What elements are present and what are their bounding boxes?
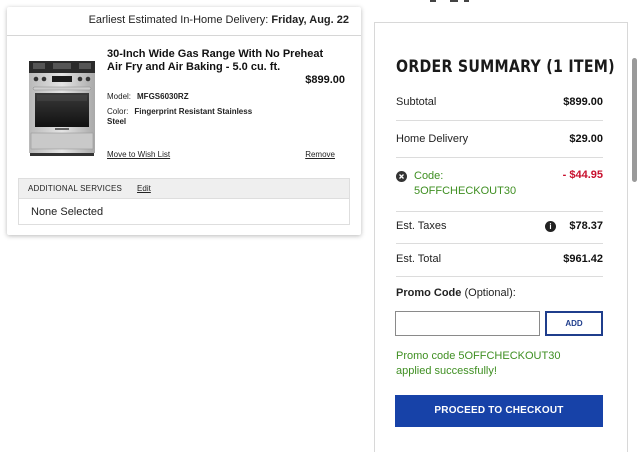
promo-code-input[interactable] [395, 311, 540, 336]
divider [396, 157, 603, 158]
subtotal-row: Subtotal $899.00 [396, 96, 603, 108]
delivery-estimate: Earliest Estimated In-Home Delivery: Fri… [7, 7, 361, 36]
proceed-to-checkout-button[interactable]: PROCEED TO CHECKOUT [395, 395, 603, 427]
move-to-wishlist-link[interactable]: Move to Wish List [107, 150, 170, 159]
edit-services-link[interactable]: Edit [137, 184, 151, 193]
add-promo-button[interactable]: ADD [545, 311, 603, 336]
product-model: Model: MFGS6030RZ [107, 92, 189, 102]
delivery-date: Friday, Aug. 22 [271, 14, 349, 26]
gas-range-icon[interactable] [27, 51, 97, 159]
top-text-fragment [430, 0, 469, 2]
taxes-row: Est. Taxes i $78.37 [396, 220, 603, 232]
promo-code-row: Code: 5OFFCHECKOUT30 - $44.95 [396, 169, 603, 209]
product-price: $899.00 [305, 74, 345, 86]
promo-label-strong: Promo Code [396, 287, 462, 299]
home-delivery-row: Home Delivery $29.00 [396, 133, 603, 145]
divider [396, 120, 603, 121]
product-color: Color: Fingerprint Resistant Stainless St… [107, 107, 267, 127]
code-discount: - $44.95 [562, 169, 603, 181]
info-icon[interactable]: i [545, 221, 556, 232]
additional-services-title: ADDITIONAL SERVICES [28, 184, 123, 193]
total-row: Est. Total $961.42 [396, 253, 603, 265]
order-summary-title: ORDER SUMMARY (1 ITEM) [396, 57, 615, 76]
total-label: Est. Total [396, 253, 442, 265]
additional-services-header: ADDITIONAL SERVICES Edit [19, 179, 349, 199]
code-label: Code: [414, 170, 444, 182]
delivery-label: Earliest Estimated In-Home Delivery: [88, 14, 269, 26]
subtotal-label: Subtotal [396, 96, 437, 108]
color-value: Fingerprint Resistant Stainless Steel [107, 107, 253, 126]
color-label: Color: [107, 107, 129, 116]
code-value: 5OFFCHECKOUT30 [414, 185, 517, 197]
cart-item-card: Earliest Estimated In-Home Delivery: Fri… [7, 7, 361, 235]
subtotal-value: $899.00 [563, 96, 603, 108]
divider [396, 211, 603, 212]
divider [396, 243, 603, 244]
home-delivery-label: Home Delivery [396, 133, 469, 145]
promo-success-message: Promo code 5OFFCHECKOUT30 applied succes… [396, 350, 561, 377]
model-label: Model: [107, 92, 132, 101]
model-value: MFGS6030RZ [137, 92, 189, 101]
order-summary: ORDER SUMMARY (1 ITEM) Subtotal $899.00 … [374, 22, 628, 452]
total-value: $961.42 [563, 253, 603, 265]
promo-code-label: Promo Code (Optional): [396, 287, 516, 299]
applied-code: Code: 5OFFCHECKOUT30 [414, 169, 516, 199]
services-value: None Selected [31, 206, 104, 218]
promo-label-optional: (Optional): [464, 287, 516, 299]
remove-link[interactable]: Remove [305, 150, 335, 159]
divider [396, 276, 603, 277]
remove-code-icon[interactable] [396, 171, 407, 182]
home-delivery-value: $29.00 [569, 133, 603, 145]
taxes-label: Est. Taxes [396, 220, 447, 232]
taxes-value: $78.37 [569, 220, 603, 232]
additional-services: ADDITIONAL SERVICES Edit None Selected [18, 178, 350, 225]
page-scrollbar[interactable] [632, 58, 637, 182]
product-title[interactable]: 30-Inch Wide Gas Range With No Preheat A… [107, 48, 337, 74]
